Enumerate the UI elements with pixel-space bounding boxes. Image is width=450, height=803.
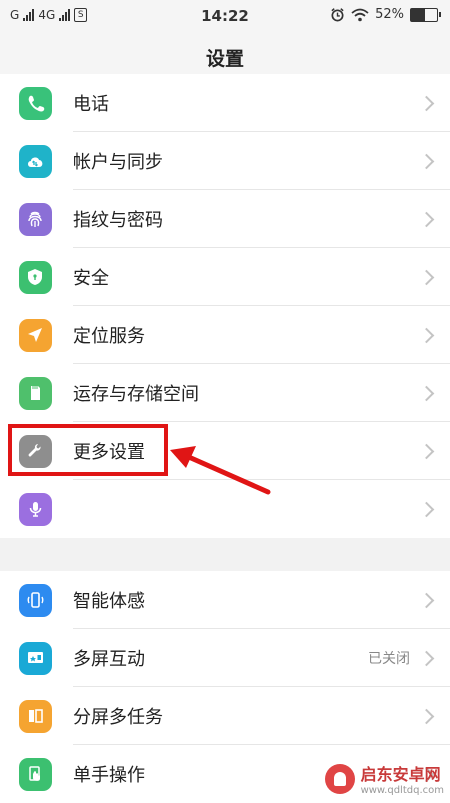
highlight-box — [8, 424, 168, 476]
microphone-icon — [19, 493, 52, 526]
fingerprint-icon — [19, 203, 52, 236]
settings-row-label: 指纹与密码 — [73, 206, 163, 232]
cloud-sync-icon — [19, 145, 52, 178]
watermark: 启东安卓网 www.qdltdq.com — [325, 761, 444, 796]
chevron-right-icon — [419, 211, 435, 227]
status-right: 52% — [330, 7, 438, 22]
annotation-arrow-icon — [168, 440, 278, 500]
battery-icon — [410, 8, 438, 22]
phone-motion-icon — [19, 584, 52, 617]
battery-percent: 52% — [375, 7, 404, 22]
battery-fill — [411, 9, 425, 21]
screen-cast-icon — [19, 642, 52, 675]
wifi-icon — [351, 8, 369, 22]
chevron-right-icon — [419, 385, 435, 401]
one-hand-icon — [19, 758, 52, 791]
chevron-right-icon — [419, 153, 435, 169]
settings-row[interactable]: 多屏互动 已关闭 — [0, 629, 450, 687]
status-bar: G 4G S 14:22 52% — [0, 0, 450, 34]
settings-row-value: 已关闭 — [368, 648, 410, 668]
settings-row[interactable]: 指纹与密码 — [0, 190, 450, 248]
settings-row[interactable]: 帐户与同步 — [0, 132, 450, 190]
chevron-right-icon — [419, 269, 435, 285]
settings-row-label: 多屏互动 — [73, 645, 145, 671]
alarm-icon — [330, 7, 345, 22]
shield-icon — [19, 261, 52, 294]
settings-row-label: 分屏多任务 — [73, 703, 163, 729]
settings-row[interactable]: 运存与存储空间 — [0, 364, 450, 422]
chevron-right-icon — [419, 443, 435, 459]
chevron-right-icon — [419, 95, 435, 111]
settings-row-label: 电话 — [73, 90, 109, 116]
settings-row-label: 定位服务 — [73, 322, 145, 348]
sd-card-icon — [19, 377, 52, 410]
settings-row[interactable]: 分屏多任务 — [0, 687, 450, 745]
settings-row-label: 运存与存储空间 — [73, 380, 199, 406]
watermark-name: 启东安卓网 — [361, 765, 441, 784]
chevron-right-icon — [419, 708, 435, 724]
chevron-right-icon — [419, 592, 435, 608]
location-arrow-icon — [19, 319, 52, 352]
phone-icon — [19, 87, 52, 120]
settings-row-label: 智能体感 — [73, 587, 145, 613]
chevron-right-icon — [419, 650, 435, 666]
settings-row-label: 帐户与同步 — [73, 148, 163, 174]
settings-row[interactable]: 安全 — [0, 248, 450, 306]
chevron-right-icon — [419, 327, 435, 343]
settings-row-label: 安全 — [73, 264, 109, 290]
settings-row[interactable]: 定位服务 — [0, 306, 450, 364]
chevron-right-icon — [419, 501, 435, 517]
settings-row[interactable]: 智能体感 — [0, 571, 450, 629]
settings-row-label: 单手操作 — [73, 761, 145, 787]
watermark-logo-icon — [325, 764, 355, 794]
split-screen-icon — [19, 700, 52, 733]
settings-row[interactable]: 电话 — [0, 74, 450, 132]
watermark-url: www.qdltdq.com — [361, 785, 444, 796]
